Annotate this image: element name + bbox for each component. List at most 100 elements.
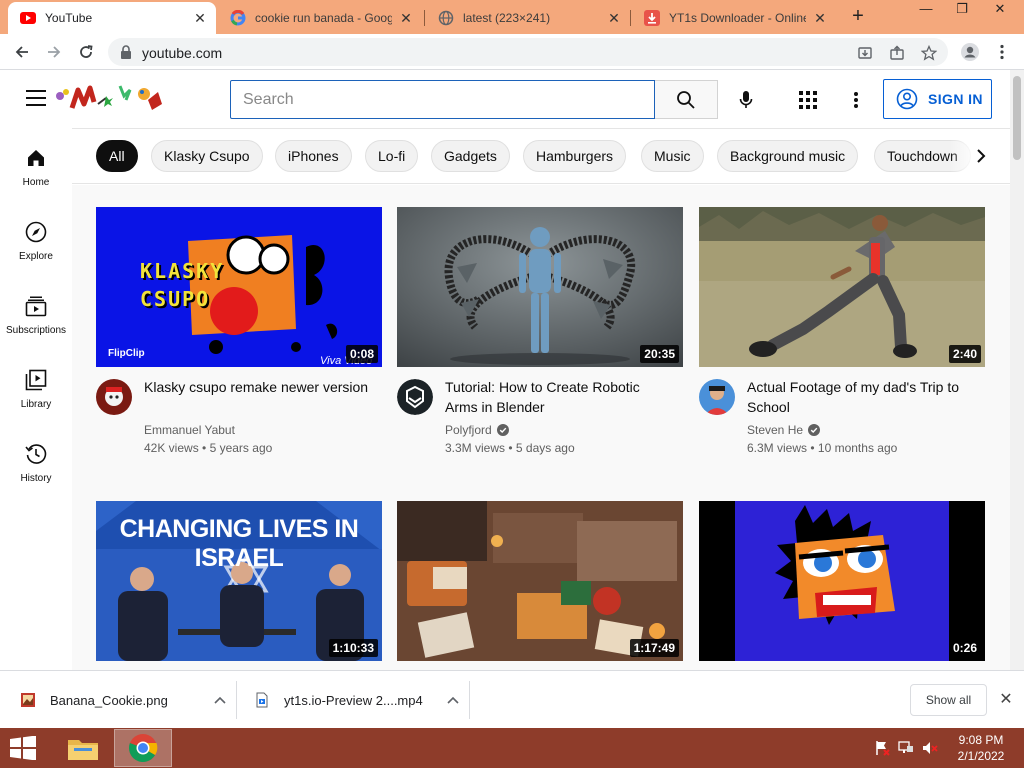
page-scrollbar[interactable] (1010, 70, 1024, 670)
guide-item-home[interactable]: Home (0, 128, 72, 202)
lock-icon[interactable] (120, 45, 132, 62)
reload-icon (80, 45, 93, 58)
new-tab-button[interactable]: + (848, 6, 868, 27)
voice-search-button[interactable] (728, 82, 764, 118)
url-text: youtube.com (142, 45, 223, 61)
tab-title: cookie run banada - Google (255, 11, 392, 25)
chip-iphones[interactable]: iPhones (275, 140, 352, 172)
video-card[interactable]: KLASKY CSUPO FlipClip Viva Video 0:08 Kl… (96, 207, 382, 477)
kebab-menu-icon (1000, 44, 1004, 60)
show-all-downloads-button[interactable]: Show all (910, 684, 987, 716)
search-button[interactable] (655, 80, 718, 119)
tab-youtube[interactable]: YouTube ✕ (8, 2, 216, 34)
network-icon[interactable] (898, 740, 914, 756)
tab-separator (630, 10, 631, 26)
guide-menu-button[interactable] (26, 90, 46, 106)
video-title[interactable]: Actual Footage of my dad's Trip to Schoo… (747, 377, 977, 417)
video-card[interactable]: 1:17:49 (397, 501, 683, 661)
video-thumbnail[interactable]: 20:35 (397, 207, 683, 367)
close-tab-icon[interactable]: ✕ (192, 10, 208, 26)
system-clock[interactable]: 9:08 PM 2/1/2022 (950, 732, 1012, 764)
google-favicon-icon (230, 10, 246, 26)
chip-all[interactable]: All (96, 140, 138, 172)
file-explorer-taskbar-button[interactable] (54, 729, 112, 767)
channel-name[interactable]: Steven He (747, 423, 803, 437)
restore-window-button[interactable]: ❐ (944, 0, 980, 20)
video-card[interactable]: 2:40 Actual Footage of my dad's Trip to … (699, 207, 985, 477)
folder-icon (68, 740, 98, 760)
tab-google-search[interactable]: cookie run banada - Google ✕ (218, 2, 422, 34)
windows-start-button[interactable] (8, 735, 38, 761)
close-tab-icon[interactable]: ✕ (398, 10, 414, 26)
scrollbar-thumb[interactable] (1013, 76, 1021, 160)
channel-name-row: Polyfjord (445, 423, 509, 437)
youtube-apps-button[interactable] (790, 82, 826, 118)
download-item[interactable]: yt1s.io-Preview 2....mp4 (254, 671, 459, 729)
video-thumbnail[interactable]: 2:40 (699, 207, 985, 367)
tab-title: YouTube (45, 11, 93, 25)
tab-latest-image[interactable]: latest (223×241) ✕ (426, 2, 630, 34)
profile-avatar-button[interactable] (958, 40, 982, 64)
guide-item-subscriptions[interactable]: Subscriptions (0, 276, 72, 350)
upload-age: 5 years ago (209, 441, 273, 455)
channel-name[interactable]: Polyfjord (445, 423, 492, 437)
video-card[interactable]: CHANGING LIVES IN ISRAEL 1:10:33 (96, 501, 382, 661)
channel-name[interactable]: Emmanuel Yabut (144, 423, 235, 437)
guide-item-explore[interactable]: Explore (0, 202, 72, 276)
reload-button[interactable] (74, 40, 98, 64)
video-title[interactable]: Tutorial: How to Create Robotic Arms in … (445, 377, 675, 417)
video-stats: 3.3M views • 5 days ago (445, 441, 575, 455)
clock-time: 9:08 PM (958, 733, 1004, 747)
close-download-shelf-icon[interactable]: ✕ (996, 690, 1016, 710)
install-app-icon[interactable] (856, 44, 874, 62)
guide-item-library[interactable]: Library (0, 350, 72, 424)
chevron-up-icon[interactable] (447, 696, 459, 704)
upload-age: 10 months ago (817, 441, 898, 455)
compass-icon (24, 220, 48, 244)
video-thumbnail[interactable]: 1:17:49 (397, 501, 683, 661)
sign-in-button[interactable]: SIGN IN (883, 79, 992, 119)
back-button[interactable] (10, 40, 34, 64)
video-thumbnail[interactable]: 0:26 (699, 501, 985, 661)
channel-avatar[interactable] (397, 379, 433, 415)
video-thumbnail[interactable]: KLASKY CSUPO FlipClip Viva Video 0:08 (96, 207, 382, 367)
forward-button[interactable] (42, 40, 66, 64)
video-thumbnail[interactable]: CHANGING LIVES IN ISRAEL 1:10:33 (96, 501, 382, 661)
volume-muted-icon[interactable] (922, 740, 938, 756)
chip-hamburgers[interactable]: Hamburgers (523, 140, 627, 172)
bookmark-star-icon[interactable] (920, 44, 938, 62)
chip-lo-fi[interactable]: Lo-fi (365, 140, 419, 172)
minimize-window-button[interactable]: — (908, 0, 944, 20)
tab-yt1s-downloader[interactable]: YT1s Downloader - Online ✕ (632, 2, 836, 34)
guide-item-history[interactable]: History (0, 424, 72, 498)
settings-menu-button[interactable] (838, 82, 874, 118)
search-box[interactable] (230, 80, 655, 119)
search-input[interactable] (231, 81, 654, 118)
video-title[interactable]: Klasky csupo remake newer version (144, 377, 374, 397)
chrome-taskbar-button[interactable] (114, 729, 172, 767)
custom-doodle-logo[interactable] (54, 82, 168, 116)
chip-gadgets[interactable]: Gadgets (431, 140, 510, 172)
address-bar[interactable]: youtube.com (108, 38, 948, 66)
chip-music[interactable]: Music (641, 140, 704, 172)
view-count: 42K views (144, 441, 199, 455)
action-center-flag-icon[interactable] (874, 740, 890, 756)
tab-title: latest (223×241) (463, 11, 551, 25)
search-icon (677, 90, 695, 109)
close-tab-icon[interactable]: ✕ (606, 10, 622, 26)
chip-klasky-csupo[interactable]: Klasky Csupo (151, 140, 263, 172)
close-tab-icon[interactable]: ✕ (812, 10, 828, 26)
download-item[interactable]: Banana_Cookie.png (20, 671, 226, 729)
chevron-up-icon[interactable] (214, 696, 226, 704)
channel-avatar[interactable] (96, 379, 132, 415)
video-duration: 20:35 (640, 345, 679, 363)
video-card[interactable]: 0:26 (699, 501, 985, 661)
video-card[interactable]: 20:35 Tutorial: How to Create Robotic Ar… (397, 207, 683, 477)
browser-menu-button[interactable] (990, 40, 1014, 64)
chips-next-button[interactable] (970, 145, 992, 167)
channel-avatar[interactable] (699, 379, 735, 415)
chip-background-music[interactable]: Background music (717, 140, 859, 172)
share-icon[interactable] (888, 44, 906, 62)
close-window-button[interactable]: ✕ (982, 0, 1018, 20)
download-separator (236, 681, 237, 719)
